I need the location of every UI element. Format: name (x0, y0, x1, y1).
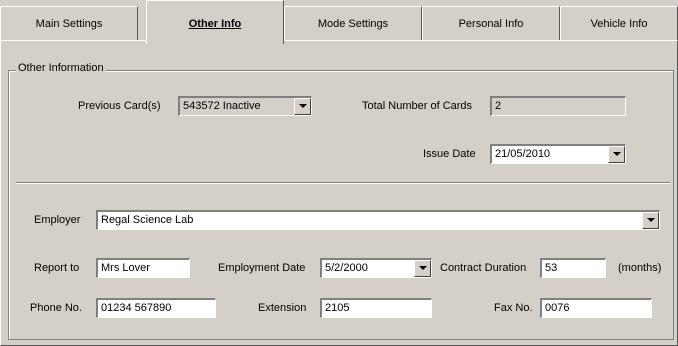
contract-duration-label: Contract Duration (440, 262, 527, 274)
total-cards-field: 2 (490, 96, 626, 116)
phone-label: Phone No. (30, 302, 82, 314)
contract-duration-field[interactable]: 53 (540, 258, 606, 278)
tab-vehicle-info[interactable]: Vehicle Info (560, 6, 678, 40)
previous-cards-select[interactable]: 543572 Inactive (178, 96, 312, 116)
fax-label: Fax No. (494, 302, 533, 314)
issue-date-label: Issue Date (423, 148, 476, 160)
issue-date-select[interactable]: 21/05/2010 (490, 144, 626, 164)
employer-value: Regal Science Lab (101, 214, 194, 226)
report-to-field[interactable]: Mrs Lover (96, 258, 190, 278)
employment-date-value: 5/2/2000 (325, 262, 368, 274)
chevron-down-icon[interactable] (608, 146, 625, 163)
tab-personal-info[interactable]: Personal Info (422, 6, 560, 40)
group-title: Other Information (16, 62, 106, 74)
contract-duration-unit: (months) (618, 262, 662, 274)
tab-other-info[interactable]: Other Info (146, 0, 284, 44)
extension-label: Extension (258, 302, 307, 314)
tab-main-settings[interactable]: Main Settings (0, 6, 138, 40)
issue-date-value: 21/05/2010 (495, 148, 551, 160)
section-divider (16, 182, 670, 184)
fax-field[interactable]: 0076 (540, 298, 652, 318)
tab-strip: Main Settings Other Info Mode Settings P… (0, 0, 678, 44)
employment-date-select[interactable]: 5/2/2000 (320, 258, 432, 278)
employer-label: Employer (34, 214, 81, 226)
chevron-down-icon[interactable] (294, 98, 311, 115)
phone-field[interactable]: 01234 567890 (96, 298, 216, 318)
report-to-label: Report to (34, 262, 80, 274)
tab-mode-settings[interactable]: Mode Settings (284, 6, 422, 40)
employment-date-label: Employment Date (218, 262, 306, 274)
total-cards-label: Total Number of Cards (362, 100, 473, 112)
employer-select[interactable]: Regal Science Lab (96, 210, 660, 230)
chevron-down-icon[interactable] (414, 260, 431, 277)
extension-field[interactable]: 2105 (320, 298, 432, 318)
previous-cards-label: Previous Card(s) (78, 100, 161, 112)
chevron-down-icon[interactable] (642, 212, 659, 229)
previous-cards-value: 543572 Inactive (183, 100, 261, 112)
